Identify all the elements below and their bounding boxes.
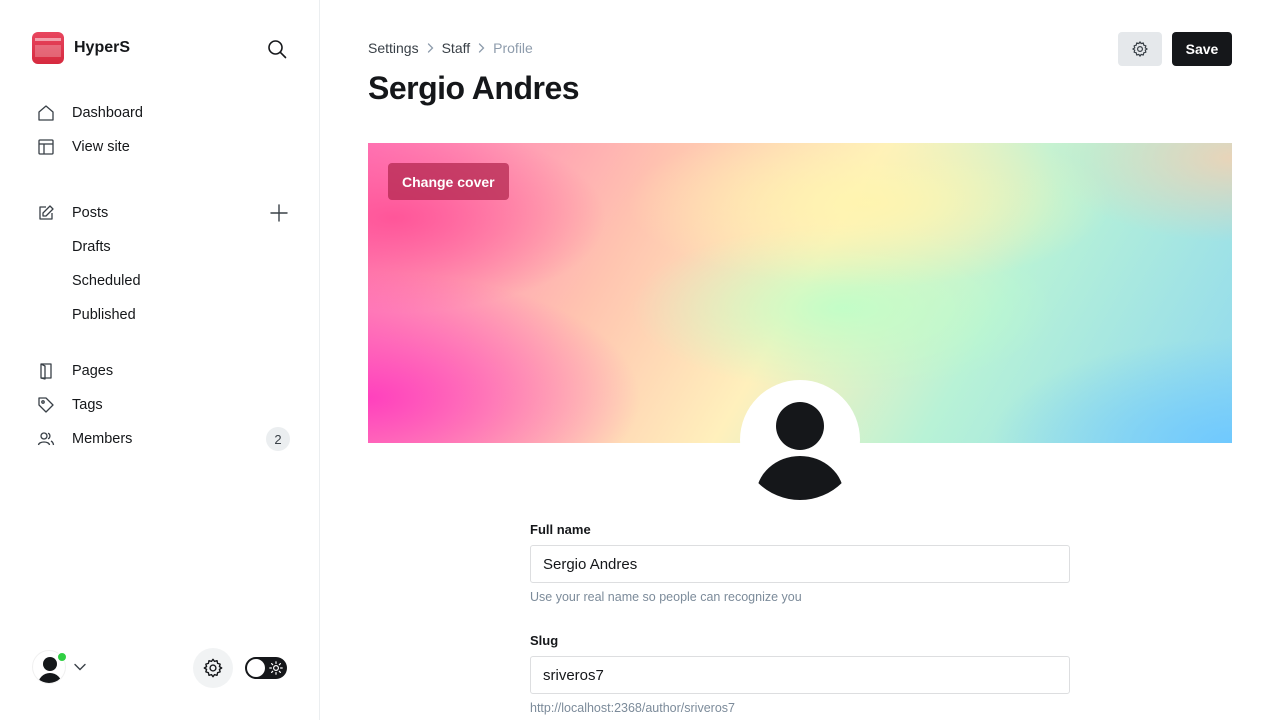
sidebar-item-label: Drafts [72, 239, 111, 255]
plus-icon [270, 204, 288, 222]
sidebar-item-label: Scheduled [72, 273, 141, 289]
gear-icon [1132, 41, 1148, 57]
layout-icon [36, 137, 56, 157]
sidebar-item-published[interactable]: Published [72, 303, 136, 327]
sidebar-item-tags[interactable]: Tags [36, 393, 103, 417]
search-icon [268, 40, 287, 59]
members-count-badge: 2 [266, 427, 290, 451]
home-icon [36, 103, 56, 123]
online-status-dot [57, 652, 67, 662]
sidebar-item-dashboard[interactable]: Dashboard [36, 101, 143, 125]
tag-icon [36, 395, 56, 415]
settings-button[interactable] [193, 648, 233, 688]
search-button[interactable] [264, 36, 290, 62]
sidebar-item-label: Pages [72, 363, 114, 379]
sidebar: HyperS Dashboard View site Posts Drafts … [0, 0, 320, 720]
chevron-right-icon [427, 43, 434, 53]
slug-hint: http://localhost:2368/author/sriveros7 [530, 701, 735, 715]
chevron-right-icon [478, 43, 485, 53]
breadcrumb-profile: Profile [493, 40, 533, 56]
full-name-hint: Use your real name so people can recogni… [530, 590, 802, 604]
sidebar-item-scheduled[interactable]: Scheduled [72, 269, 141, 293]
sidebar-item-label: Members [72, 431, 133, 447]
user-actions-button[interactable] [1118, 32, 1162, 66]
breadcrumb: Settings Staff Profile [368, 40, 533, 56]
brand-name: HyperS [74, 39, 131, 56]
sidebar-item-members[interactable]: Members [36, 427, 132, 451]
pencil-square-icon [36, 203, 56, 223]
slug-label: Slug [530, 633, 559, 648]
sidebar-item-label: Dashboard [72, 105, 143, 121]
gear-icon [203, 658, 223, 678]
sidebar-item-label: Tags [72, 397, 103, 413]
add-post-button[interactable] [268, 202, 290, 224]
page-title: Sergio Andres [368, 70, 580, 106]
chevron-down-icon [74, 663, 86, 671]
app-root: HyperS Dashboard View site Posts Drafts … [0, 0, 1280, 720]
sidebar-item-posts[interactable]: Posts [36, 201, 108, 225]
breadcrumb-settings[interactable]: Settings [368, 40, 419, 56]
sidebar-item-drafts[interactable]: Drafts [72, 235, 111, 259]
profile-picture[interactable] [740, 380, 860, 500]
sidebar-item-pages[interactable]: Pages [36, 359, 113, 383]
breadcrumb-staff[interactable]: Staff [442, 40, 471, 56]
main-content: Settings Staff Profile Sergio Andres Sav… [320, 0, 1280, 720]
theme-toggle[interactable] [245, 657, 287, 679]
brand[interactable]: HyperS [32, 32, 130, 64]
slug-field[interactable] [530, 656, 1070, 694]
sidebar-item-label: Posts [72, 205, 109, 221]
full-name-label: Full name [530, 522, 591, 537]
members-icon [36, 429, 56, 449]
full-name-field[interactable] [530, 545, 1070, 583]
sidebar-item-view-site[interactable]: View site [36, 135, 130, 159]
page-icon [36, 361, 56, 381]
sidebar-item-label: Published [72, 307, 136, 323]
sun-icon [268, 660, 284, 676]
brand-logo [32, 32, 64, 64]
toggle-knob [247, 659, 265, 677]
save-button[interactable]: Save [1172, 32, 1232, 66]
sidebar-item-label: View site [72, 139, 130, 155]
avatar-body [756, 456, 844, 500]
change-cover-button[interactable]: Change cover [388, 163, 509, 200]
avatar-head [776, 402, 824, 450]
